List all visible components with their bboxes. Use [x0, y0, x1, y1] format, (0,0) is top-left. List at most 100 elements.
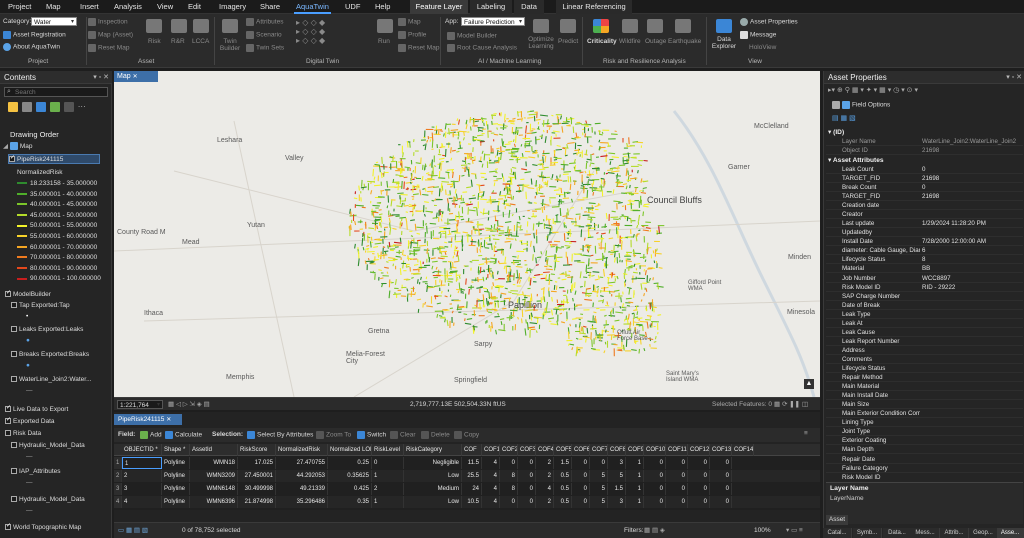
table-cell[interactable]: 3: [608, 457, 626, 469]
property-value[interactable]: 1/29/2024 11:28:20 PM: [922, 219, 1022, 228]
property-row[interactable]: TARGET_FID 21698: [826, 174, 1023, 183]
bottom-tab[interactable]: Geop...: [969, 528, 998, 538]
property-value[interactable]: 0: [922, 183, 1022, 192]
property-row[interactable]: Lifecycle Status: [826, 364, 1023, 373]
layer-checkbox[interactable]: [9, 154, 15, 163]
table-cell[interactable]: 0: [590, 457, 608, 469]
property-row[interactable]: Creation date: [826, 201, 1023, 211]
table-cell[interactable]: 21.874998: [238, 496, 276, 508]
property-row[interactable]: Leak At: [826, 319, 1023, 328]
table-cell[interactable]: Polyline: [162, 496, 190, 508]
table-cell[interactable]: 1: [372, 470, 404, 482]
table-zoom[interactable]: 100%: [754, 527, 771, 534]
rnr-button[interactable]: R&R: [171, 38, 185, 45]
layer-checkbox[interactable]: [11, 442, 17, 449]
property-row[interactable]: Repair Date: [826, 455, 1023, 464]
property-row[interactable]: Comments: [826, 355, 1023, 364]
property-row[interactable]: Creator: [826, 210, 1023, 220]
table-tab[interactable]: PipeRisk241115 ✕: [114, 414, 182, 425]
snapping-icon[interactable]: [63, 102, 74, 113]
optimize-learning-button[interactable]: Optimize Learning: [526, 36, 556, 50]
table-cell[interactable]: 5: [590, 470, 608, 482]
table-cell[interactable]: Polyline: [162, 470, 190, 482]
column-header[interactable]: COF5: [554, 444, 572, 456]
row-selector[interactable]: 2: [114, 470, 122, 482]
table-cell[interactable]: 0: [572, 483, 590, 495]
data-source-icon[interactable]: [21, 102, 32, 113]
tool-grid-icons[interactable]: ▸ ◇ ◇ ◆ ▸ ◇ ◇ ◆ ▸ ◇ ◇ ◆: [296, 18, 325, 45]
table-cell[interactable]: 1.5: [554, 457, 572, 469]
menu-aquatwin[interactable]: AquaTwin: [294, 0, 331, 14]
tab-labeling[interactable]: Labeling: [470, 0, 512, 14]
toc-iap[interactable]: IAP_Attributes: [11, 467, 61, 476]
zoom-to-button[interactable]: Zoom To: [316, 431, 351, 439]
earthquake-button[interactable]: Earthquake: [668, 38, 701, 45]
property-row[interactable]: Leak Type: [826, 310, 1023, 319]
property-row[interactable]: TARGET_FID 21698: [826, 192, 1023, 202]
table-cell[interactable]: 49.21339: [276, 483, 328, 495]
toc-map[interactable]: ◢ Map: [3, 142, 32, 151]
table-cell[interactable]: 5: [608, 470, 626, 482]
run-button[interactable]: Run: [378, 38, 390, 45]
property-value[interactable]: 21698: [922, 192, 1022, 201]
table-cell[interactable]: 0: [518, 457, 536, 469]
holoview-button[interactable]: HoloView: [749, 44, 776, 51]
wildfire-button[interactable]: Wildfire: [619, 38, 641, 45]
table-cell[interactable]: 0: [518, 496, 536, 508]
bottom-tab[interactable]: Catal...: [823, 528, 852, 538]
menu-imagery[interactable]: Imagery: [217, 0, 248, 14]
table-cell[interactable]: 1: [122, 457, 162, 469]
view-mode-icons[interactable]: ▤ ▦ ▧: [832, 114, 856, 122]
property-row[interactable]: Risk Model ID RID - 29222: [826, 283, 1023, 292]
asset-registration-button[interactable]: Asset Registration: [3, 31, 66, 39]
toc-exported-data[interactable]: Exported Data: [5, 416, 55, 426]
column-header[interactable]: RiskScore: [238, 444, 276, 456]
editing-icon[interactable]: [49, 102, 60, 113]
table-row[interactable]: 1 1 Polyline WMN18 17.025 27.470755 0.25 0 Negli…: [114, 457, 820, 469]
about-aquatwin-button[interactable]: About AquaTwin: [3, 43, 60, 51]
property-value[interactable]: WaterLine_Join2:WaterLine_Join2: [922, 137, 1022, 146]
table-layout-icons[interactable]: ▾ ▭ ≡: [786, 526, 803, 534]
compass-icon[interactable]: ▲: [804, 379, 814, 389]
drawing-order-icon[interactable]: [8, 102, 18, 113]
bottom-tab[interactable]: Mess...: [911, 528, 940, 538]
table-cell[interactable]: 0: [710, 457, 732, 469]
table-cell[interactable]: 0: [710, 496, 732, 508]
row-selector[interactable]: 3: [114, 483, 122, 495]
table-cell[interactable]: 4: [482, 496, 500, 508]
dt-map-button[interactable]: Map: [398, 18, 421, 26]
property-row[interactable]: Install Date 7/28/2000 12:00:00 AM: [826, 237, 1023, 247]
property-row[interactable]: Main Install Date: [826, 391, 1023, 401]
property-value[interactable]: BB: [922, 264, 1022, 273]
table-cell[interactable]: 0: [688, 496, 710, 508]
risk-button[interactable]: Risk: [148, 38, 161, 45]
tab-linear-referencing[interactable]: Linear Referencing: [556, 0, 632, 14]
table-view-icons[interactable]: ▭ ▦ ▤ ▧: [118, 526, 148, 534]
table-cell[interactable]: 24: [462, 483, 482, 495]
table-cell[interactable]: 0: [572, 496, 590, 508]
table-row[interactable]: 4 4 Polyline WMN6396 21.874998 35.296486 0.35 1…: [114, 496, 820, 508]
column-header[interactable]: AssetId: [190, 444, 238, 456]
table-cell[interactable]: 0.5: [554, 483, 572, 495]
table-cell[interactable]: 5: [590, 496, 608, 508]
column-header[interactable]: COF4: [536, 444, 554, 456]
table-cell[interactable]: 4: [536, 483, 554, 495]
property-value[interactable]: 21698: [922, 174, 1022, 183]
layer-checkbox[interactable]: [11, 302, 17, 309]
column-header[interactable]: COF12: [688, 444, 710, 456]
property-row[interactable]: Risk Model ID: [826, 473, 1023, 480]
toc-hydraulic-2[interactable]: Hydraulic_Model_Data: [11, 495, 85, 504]
table-cell[interactable]: 0: [372, 457, 404, 469]
table-cell[interactable]: 0: [518, 470, 536, 482]
table-cell[interactable]: 4: [482, 457, 500, 469]
property-row[interactable]: Object ID 21698: [826, 146, 1023, 156]
column-header[interactable]: COF: [462, 444, 482, 456]
field-options-button[interactable]: Field Options: [832, 101, 890, 109]
table-cell[interactable]: 17.025: [238, 457, 276, 469]
property-row[interactable]: Leak Count 0: [826, 165, 1023, 174]
table-cell[interactable]: 1: [626, 483, 644, 495]
map-canvas[interactable]: [114, 71, 820, 397]
calculate-button[interactable]: Calculate: [165, 431, 202, 439]
filter-icons[interactable]: ▦ ▤ ◈: [644, 526, 665, 534]
toc-waterline[interactable]: WaterLine_Join2:Water...: [11, 375, 92, 384]
